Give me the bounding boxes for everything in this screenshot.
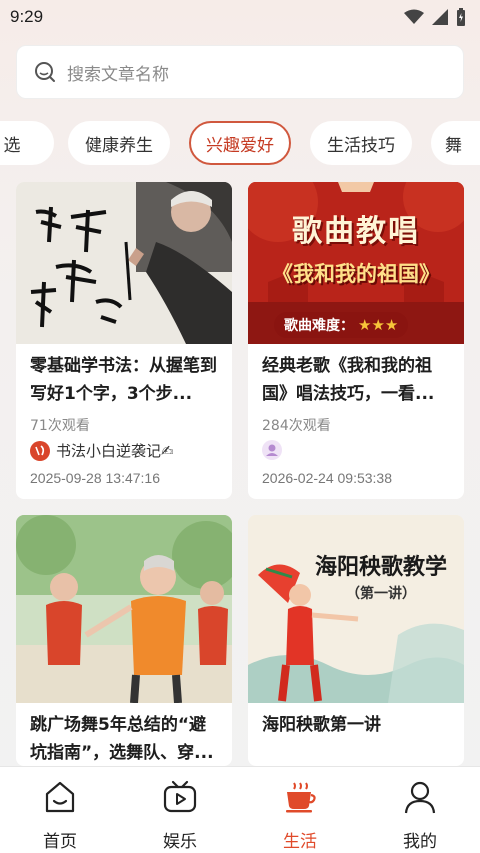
nav-label: 我的 [403, 832, 437, 852]
person-icon [404, 781, 436, 814]
category-chip[interactable]: 舞 [431, 121, 480, 165]
bottom-nav: 首页 娱乐 生活 我的 [0, 766, 480, 853]
nav-label: 首页 [43, 832, 77, 852]
difficulty-label: 歌曲难度： [284, 318, 354, 334]
search-input[interactable]: 搜索文章名称 [16, 45, 464, 99]
tv-icon [163, 780, 197, 813]
nav-profile[interactable]: 我的 [360, 767, 480, 853]
publish-date: 2026-02-24 09:53:38 [262, 470, 392, 486]
card-author[interactable]: 书法小白逆袭记✍ [30, 440, 174, 461]
wifi-icon [404, 9, 424, 24]
card-title: 经典老歌《我和我的祖国》唱法技巧，一看... [262, 356, 435, 404]
search-placeholder: 搜索文章名称 [67, 64, 169, 85]
avatar [262, 440, 282, 460]
category-chip-active[interactable]: 兴趣爱好 [189, 121, 291, 165]
avatar [30, 440, 50, 461]
difficulty-stars: ★★★ [358, 316, 399, 334]
publish-date: 2025-09-28 13:47:16 [30, 470, 160, 486]
nav-home[interactable]: 首页 [0, 767, 120, 853]
signal-icon [432, 9, 448, 25]
thumb-song-title: 《我和我的祖国》 [272, 261, 440, 286]
card-author[interactable] [262, 440, 288, 460]
battery-icon [457, 8, 465, 26]
coffee-cup-icon [286, 782, 316, 813]
category-chip[interactable]: 选 [0, 121, 54, 165]
category-chip[interactable]: 健康养生 [68, 121, 170, 165]
status-icons [404, 8, 466, 26]
nav-label: 娱乐 [163, 832, 197, 852]
article-card[interactable]: 海阳秧歌教学 （第一讲） 海阳秧歌第一讲 [248, 515, 464, 766]
category-tabs: 选 健康养生 兴趣爱好 生活技巧 舞 [0, 118, 480, 168]
search-icon [35, 62, 55, 82]
yangge-thumbnail-bg [248, 515, 464, 703]
nav-life[interactable]: 生活 [240, 767, 360, 853]
card-thumbnail [16, 515, 232, 703]
thumb-heading: 海阳秧歌教学 [314, 555, 447, 580]
card-thumbnail [16, 182, 232, 344]
author-name: 书法小白逆袭记✍ [56, 442, 174, 460]
article-card[interactable]: 跳广场舞5年总结的“避坑指南”，选舞队、穿... [16, 515, 232, 766]
view-count: 71次观看 [30, 418, 90, 434]
view-count: 284次观看 [262, 418, 331, 434]
article-card[interactable]: 零基础学书法：从握笔到写好1个字，3个步... 71次观看 书法小白逆袭记✍ 2… [16, 182, 232, 499]
nav-label: 生活 [283, 832, 317, 852]
card-title: 海阳秧歌第一讲 [262, 715, 381, 735]
nav-entertainment[interactable]: 娱乐 [120, 767, 240, 853]
calligraphy-thumbnail [16, 182, 232, 344]
home-icon [45, 781, 75, 813]
category-chip[interactable]: 生活技巧 [310, 121, 412, 165]
card-thumbnail: 歌曲教唱 《我和我的祖国》 歌曲难度： ★★★ [248, 182, 464, 344]
article-card[interactable]: 歌曲教唱 《我和我的祖国》 歌曲难度： ★★★ 经典老歌《我和我的祖国》唱法技巧… [248, 182, 464, 499]
card-title: 跳广场舞5年总结的“避坑指南”，选舞队、穿... [30, 715, 214, 763]
status-time: 9:29 [10, 7, 44, 26]
thumb-heading: 歌曲教唱 [292, 214, 420, 249]
card-thumbnail: 海阳秧歌教学 （第一讲） [248, 515, 464, 703]
card-title: 零基础学书法：从握笔到写好1个字，3个步... [30, 356, 217, 404]
dance-thumbnail [16, 515, 232, 703]
thumb-difficulty: 歌曲难度： ★★★ [274, 312, 409, 338]
thumb-subheading: （第一讲） [346, 586, 416, 602]
status-bar: 9:29 [0, 0, 480, 34]
